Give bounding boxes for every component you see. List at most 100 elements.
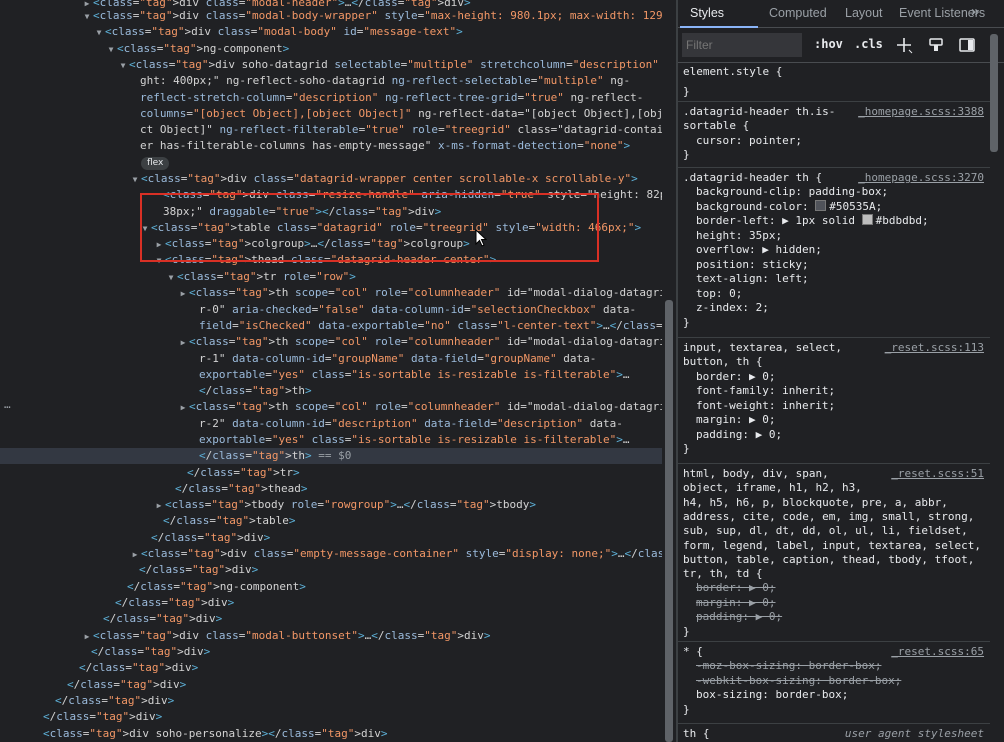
property-value[interactable]: padding-box; bbox=[809, 185, 888, 198]
style-declaration[interactable]: z-index: 2; bbox=[696, 301, 769, 316]
hov-button[interactable]: :hov bbox=[814, 37, 843, 51]
property-name[interactable]: padding bbox=[696, 428, 742, 441]
style-declaration[interactable]: -webkit-box-sizing: border-box; bbox=[696, 674, 901, 689]
property-value[interactable]: inherit; bbox=[782, 399, 835, 412]
property-name[interactable]: border-left bbox=[696, 214, 769, 227]
style-declaration[interactable]: border: ▶ 0; bbox=[696, 581, 776, 596]
dom-node-line[interactable]: ▼ <class="tag">div soho-datagrid selectab… bbox=[0, 57, 662, 74]
dom-node-line[interactable]: </class="tag">tr> bbox=[0, 465, 662, 481]
rule-source-link[interactable]: _reset.scss:51 bbox=[891, 467, 984, 480]
add-rule-icon[interactable] bbox=[896, 37, 913, 54]
dom-node-line[interactable]: ▶ <class="tag">th scope="col" role="colum… bbox=[0, 285, 662, 302]
dom-node-line[interactable]: r-0" aria-checked="false" data-column-id… bbox=[0, 302, 662, 318]
styles-scrollbar-thumb[interactable] bbox=[990, 34, 998, 152]
color-swatch[interactable] bbox=[861, 214, 873, 226]
tab-layout[interactable]: Layout bbox=[845, 6, 883, 20]
property-value[interactable]: pointer; bbox=[749, 134, 802, 147]
dom-node-line[interactable]: </class="tag">div> bbox=[0, 660, 662, 676]
property-name[interactable]: text-align bbox=[696, 272, 762, 285]
dom-node-line[interactable]: <class="tag">div class="resize-handle" a… bbox=[0, 187, 662, 203]
collapsed-triangle-icon[interactable]: ▶ bbox=[129, 547, 141, 563]
property-name[interactable]: overflow bbox=[696, 243, 749, 256]
style-declaration[interactable]: padding: ▶ 0; bbox=[696, 610, 782, 625]
property-value[interactable]: inherit; bbox=[782, 384, 835, 397]
dom-node-line[interactable]: </class="tag">div> bbox=[0, 693, 662, 709]
style-declaration[interactable]: margin: ▶ 0; bbox=[696, 413, 776, 428]
expanded-triangle-icon[interactable]: ▼ bbox=[165, 270, 177, 286]
property-name[interactable]: font-weight bbox=[696, 399, 769, 412]
dom-node-line[interactable]: er has-filterable-columns has-empty-mess… bbox=[0, 138, 662, 154]
property-name[interactable]: -moz-box-sizing bbox=[696, 659, 795, 672]
dom-node-line[interactable]: ▼ <class="tag">ng-component> bbox=[0, 41, 662, 58]
dom-node-line[interactable]: ▶ <class="tag">colgroup>…</class="tag">co… bbox=[0, 236, 662, 253]
expanded-triangle-icon[interactable]: ▼ bbox=[129, 172, 141, 188]
property-value[interactable]: 2; bbox=[756, 301, 769, 314]
property-value[interactable]: sticky; bbox=[762, 258, 808, 271]
property-value[interactable]: border-box; bbox=[809, 659, 882, 672]
style-declaration[interactable]: border: ▶ 0; bbox=[696, 370, 776, 385]
dom-node-line[interactable]: ▼ <class="tag">div class="modal-body-wrap… bbox=[0, 8, 662, 25]
dom-node-line[interactable]: ▼ <class="tag">thead class="datagrid-head… bbox=[0, 252, 662, 269]
property-name[interactable]: border bbox=[696, 370, 736, 383]
property-name[interactable]: margin bbox=[696, 413, 736, 426]
property-value[interactable]: border-box; bbox=[828, 674, 901, 687]
style-declaration[interactable]: background-clip: padding-box; bbox=[696, 185, 888, 200]
style-declaration[interactable]: -moz-box-sizing: border-box; bbox=[696, 659, 881, 674]
property-value[interactable]: ▶ 0; bbox=[756, 428, 783, 441]
ellipsis-marker[interactable]: … bbox=[4, 398, 11, 411]
dom-node-line[interactable]: </class="tag">div> bbox=[0, 709, 662, 725]
dom-node-line[interactable]: ▼ <class="tag">div class="datagrid-wrappe… bbox=[0, 171, 662, 188]
property-value[interactable]: ▶ 0; bbox=[749, 370, 776, 383]
property-name[interactable]: background-clip bbox=[696, 185, 795, 198]
dom-node-line[interactable]: </class="tag">div> bbox=[0, 595, 662, 611]
collapsed-triangle-icon[interactable]: ▶ bbox=[177, 400, 189, 416]
dom-node-line[interactable]: </class="tag">div> bbox=[0, 677, 662, 693]
collapsed-triangle-icon[interactable]: ▶ bbox=[177, 335, 189, 351]
dom-node-line[interactable]: </class="tag">div> bbox=[0, 644, 662, 660]
property-name[interactable]: top bbox=[696, 287, 716, 300]
style-declaration[interactable]: top: 0; bbox=[696, 287, 742, 302]
collapsed-triangle-icon[interactable]: ▶ bbox=[177, 286, 189, 302]
cls-button[interactable]: .cls bbox=[854, 37, 883, 51]
expanded-triangle-icon[interactable]: ▼ bbox=[81, 9, 93, 25]
property-name[interactable]: position bbox=[696, 258, 749, 271]
dom-node-line[interactable]: </class="tag">thead> bbox=[0, 481, 662, 497]
rule-source-link[interactable]: _homepage.scss:3388 bbox=[858, 105, 984, 118]
dom-node-line[interactable]: r-1" data-column-id="groupName" data-fie… bbox=[0, 351, 662, 367]
collapsed-triangle-icon[interactable]: ▶ bbox=[81, 629, 93, 645]
dom-node-line[interactable]: </class="tag">div> bbox=[0, 530, 662, 546]
property-name[interactable]: font-family bbox=[696, 384, 769, 397]
property-value[interactable]: #50535A; bbox=[829, 200, 882, 213]
dom-node-line[interactable]: exportable="yes" class="is-sortable is-r… bbox=[0, 367, 662, 383]
dom-node-line[interactable]: columns="[object Object],[object Object]… bbox=[0, 106, 662, 122]
element-state-icon[interactable] bbox=[928, 37, 944, 53]
dom-node-line[interactable]: </class="tag">ng-component> bbox=[0, 579, 662, 595]
dom-node-line[interactable]: ▶ <class="tag">div class="modal-buttonset… bbox=[0, 628, 662, 645]
dom-node-line[interactable]: field="isChecked" data-exportable="no" c… bbox=[0, 318, 662, 334]
property-name[interactable]: height bbox=[696, 229, 736, 242]
property-value[interactable]: 35px; bbox=[749, 229, 782, 242]
expanded-triangle-icon[interactable]: ▼ bbox=[105, 42, 117, 58]
dom-node-line[interactable]: ▼ <class="tag">tr role="row"> bbox=[0, 269, 662, 286]
dom-node-line[interactable]: ct Object]" ng-reflect-filterable="true"… bbox=[0, 122, 662, 138]
property-name[interactable]: box-sizing bbox=[696, 688, 762, 701]
property-name[interactable]: padding bbox=[696, 610, 742, 623]
rule-source-link[interactable]: _homepage.scss:3270 bbox=[858, 171, 984, 184]
dom-node-line[interactable]: reflect-stretch-column="description" ng-… bbox=[0, 90, 662, 106]
expanded-triangle-icon[interactable]: ▼ bbox=[139, 221, 151, 237]
style-declaration[interactable]: margin: ▶ 0; bbox=[696, 596, 776, 611]
filter-input[interactable] bbox=[682, 33, 802, 57]
expanded-triangle-icon[interactable]: ▼ bbox=[93, 25, 105, 41]
style-declaration[interactable]: text-align: left; bbox=[696, 272, 809, 287]
dom-node-line[interactable]: <class="tag">div soho-personalize></clas… bbox=[0, 726, 662, 742]
collapsed-triangle-icon[interactable]: ▶ bbox=[153, 237, 165, 253]
dom-node-line[interactable]: </class="tag">th> bbox=[0, 383, 662, 399]
more-tabs-icon[interactable]: » bbox=[971, 3, 979, 20]
property-value[interactable]: border-box; bbox=[775, 688, 848, 701]
dom-node-line[interactable]: </class="tag">div> bbox=[0, 611, 662, 627]
dom-node-line[interactable]: ▶ <class="tag">div class="empty-message-c… bbox=[0, 546, 662, 563]
dom-node-line[interactable]: ▶ <class="tag">th scope="col" role="colum… bbox=[0, 334, 662, 351]
dom-node-line[interactable]: ght: 400px;" ng-reflect-soho-datagrid ng… bbox=[0, 73, 662, 89]
style-declaration[interactable]: box-sizing: border-box; bbox=[696, 688, 848, 703]
style-declaration[interactable]: height: 35px; bbox=[696, 229, 782, 244]
